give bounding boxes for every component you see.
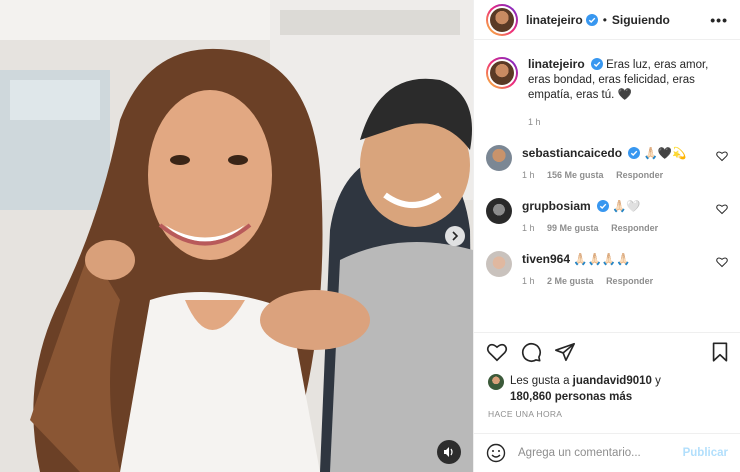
- reply-button[interactable]: Responder: [606, 276, 653, 286]
- comment-time: 1 h: [522, 223, 535, 233]
- likes-summary: Les gusta a juandavid9010 y 180,860 pers…: [488, 373, 661, 405]
- comment-username[interactable]: tiven964: [522, 252, 570, 266]
- post-media[interactable]: [0, 0, 473, 472]
- comment-text: 🙏🏻🖤💫: [643, 148, 687, 160]
- likes-prefix: Les gusta a: [510, 375, 573, 387]
- like-comment-heart-icon[interactable]: [716, 256, 728, 268]
- comment-avatar[interactable]: [486, 251, 512, 277]
- author-avatar[interactable]: [486, 3, 518, 36]
- reply-button[interactable]: Responder: [616, 170, 663, 180]
- likes-middle: y: [651, 375, 661, 387]
- caption-text-block: linatejeiro Eras luz, eras amor, eras bo…: [528, 57, 728, 103]
- save-bookmark-icon[interactable]: [709, 341, 731, 363]
- emoji-icon[interactable]: [486, 443, 506, 463]
- comment-time: 1 h: [522, 170, 535, 180]
- comment-likes[interactable]: 156 Me gusta: [547, 170, 604, 180]
- video-frame: [0, 0, 473, 472]
- post-side-panel: linatejeiro • Siguiendo ••• linatejeiro …: [473, 0, 740, 472]
- caption-time: 1 h: [528, 117, 541, 127]
- comment-icon[interactable]: [520, 341, 542, 363]
- next-media-button[interactable]: [445, 226, 465, 246]
- comment-time: 1 h: [522, 276, 535, 286]
- like-comment-heart-icon[interactable]: [716, 150, 728, 162]
- share-icon[interactable]: [554, 341, 576, 363]
- comment-text: 🙏🏻🙏🏻🙏🏻🙏🏻: [573, 254, 631, 266]
- comment-likes[interactable]: 2 Me gusta: [547, 276, 594, 286]
- post-timestamp[interactable]: HACE UNA HORA: [488, 409, 562, 419]
- likes-count[interactable]: 180,860 personas más: [510, 391, 632, 403]
- comment-avatar[interactable]: [486, 145, 512, 171]
- comment-username[interactable]: grupbosiam: [522, 199, 591, 213]
- comment-likes[interactable]: 99 Me gusta: [547, 223, 599, 233]
- caption-avatar[interactable]: [486, 57, 518, 89]
- verified-icon: [585, 13, 598, 26]
- liker-username[interactable]: juandavid9010: [573, 375, 652, 387]
- post-actions: [486, 340, 731, 364]
- like-comment-heart-icon[interactable]: [716, 203, 728, 215]
- verified-icon: [590, 58, 603, 70]
- speaker-icon: [444, 447, 453, 457]
- verified-icon: [596, 200, 609, 212]
- publish-button[interactable]: Publicar: [683, 447, 728, 459]
- comment-username[interactable]: sebastiancaicedo: [522, 146, 622, 160]
- liker-avatar[interactable]: [488, 374, 504, 390]
- comment-text: 🙏🏻🤍: [612, 201, 641, 213]
- comment-item: tiven964 🙏🏻🙏🏻🙏🏻🙏🏻 1 h 2 Me gusta Respond…: [486, 251, 728, 286]
- more-options-button[interactable]: •••: [710, 12, 728, 28]
- verified-icon: [628, 147, 641, 159]
- comment-item: grupbosiam 🙏🏻🤍 1 h 99 Me gusta Responder: [486, 198, 728, 233]
- sound-toggle-button[interactable]: [437, 440, 461, 464]
- caption-username[interactable]: linatejeiro: [528, 57, 585, 71]
- add-comment-bar: Publicar: [474, 433, 740, 472]
- comment-avatar[interactable]: [486, 198, 512, 224]
- post-header: linatejeiro • Siguiendo •••: [474, 0, 740, 40]
- caption: linatejeiro Eras luz, eras amor, eras bo…: [486, 45, 728, 103]
- reply-button[interactable]: Responder: [611, 223, 658, 233]
- heart-icon[interactable]: [486, 341, 508, 363]
- chevron-right-icon: [452, 231, 459, 241]
- comment-input[interactable]: [518, 447, 678, 459]
- header-separator: •: [602, 12, 607, 27]
- following-button[interactable]: Siguiendo: [612, 13, 670, 27]
- comment-item: sebastiancaicedo 🙏🏻🖤💫 1 h 156 Me gusta R…: [486, 145, 728, 180]
- author-username[interactable]: linatejeiro: [526, 13, 583, 27]
- actions-divider: [474, 332, 740, 333]
- comments-list[interactable]: linatejeiro Eras luz, eras amor, eras bo…: [474, 45, 740, 328]
